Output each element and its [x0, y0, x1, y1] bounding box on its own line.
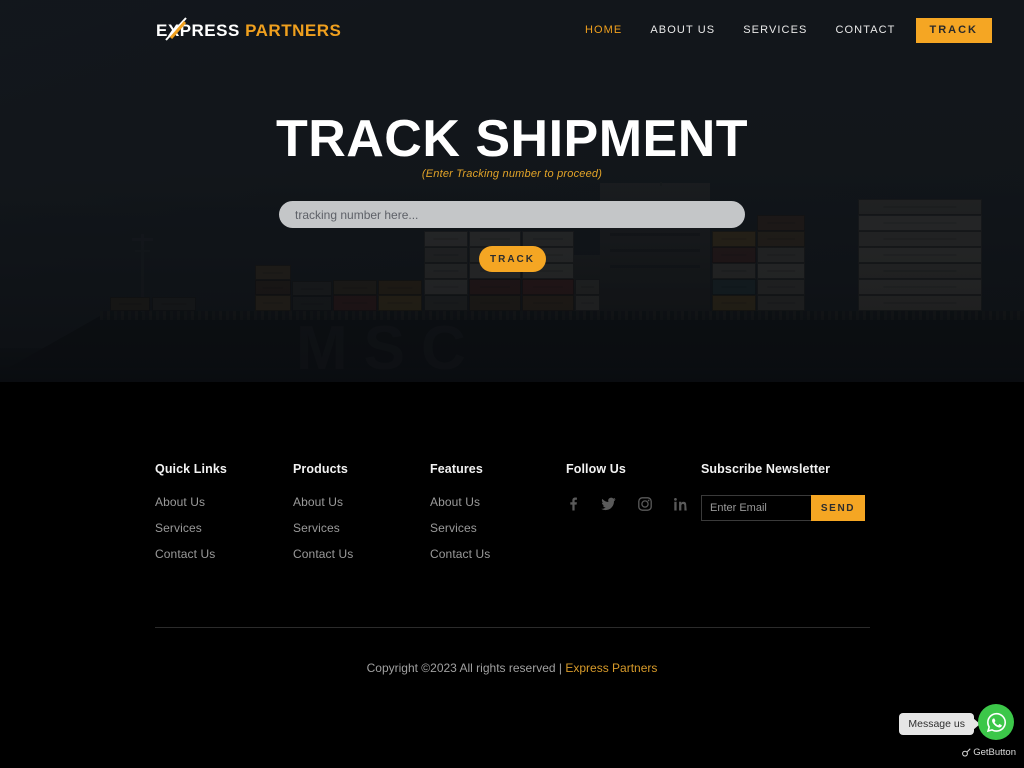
footer-divider [155, 627, 870, 628]
linkedin-icon[interactable] [674, 497, 687, 511]
getbutton-icon [962, 748, 971, 757]
footer-column-newsletter: Subscribe Newsletter SEND [701, 462, 870, 573]
footer-link-about-us[interactable]: About Us [430, 495, 566, 509]
footer-columns: Quick Links About Us Services Contact Us… [155, 462, 870, 573]
footer-column-title: Products [293, 462, 348, 476]
footer-column-title: Features [430, 462, 483, 476]
instagram-icon[interactable] [638, 497, 652, 511]
footer-column-products: Products About Us Services Contact Us [293, 462, 430, 573]
footer-link-about-us[interactable]: About Us [293, 495, 430, 509]
track-submit-button[interactable]: TRACK [479, 246, 546, 272]
chat-widget-tooltip: Message us [899, 713, 974, 735]
main-navigation: HOME ABOUT US SERVICES CONTACT TRACK [571, 18, 992, 43]
facebook-icon[interactable] [566, 497, 579, 511]
site-logo[interactable]: EX PRESS PARTNERS [156, 17, 342, 41]
nav-item-contact[interactable]: CONTACT [821, 18, 909, 43]
nav-item-about-us[interactable]: ABOUT US [636, 18, 729, 43]
footer-link-services[interactable]: Services [155, 521, 293, 535]
site-footer: Quick Links About Us Services Contact Us… [0, 382, 1024, 768]
copyright-label: Copyright ©2023 All rights reserved | [366, 661, 566, 675]
newsletter-email-input[interactable] [701, 495, 811, 521]
copyright-text: Copyright ©2023 All rights reserved | Ex… [0, 661, 1024, 675]
nav-item-home[interactable]: HOME [571, 18, 636, 43]
site-header: EX PRESS PARTNERS HOME ABOUT US SERVICES … [0, 0, 1024, 60]
social-links [566, 495, 701, 511]
footer-link-about-us[interactable]: About Us [155, 495, 293, 509]
hero-section: MSC EX PRESS PARTNERS HOME ABOUT US SERVI… [0, 0, 1024, 382]
hero-subtitle: (Enter Tracking number to proceed) [421, 168, 603, 180]
footer-link-contact-us[interactable]: Contact Us [155, 547, 293, 561]
footer-link-contact-us[interactable]: Contact Us [293, 547, 430, 561]
footer-column-features: Features About Us Services Contact Us [430, 462, 566, 573]
newsletter-send-button[interactable]: SEND [811, 495, 865, 521]
whatsapp-icon[interactable] [978, 704, 1014, 740]
footer-link-contact-us[interactable]: Contact Us [430, 547, 566, 561]
footer-column-title: Subscribe Newsletter [701, 462, 831, 476]
nav-item-services[interactable]: SERVICES [729, 18, 821, 43]
footer-column-title: Follow Us [566, 462, 626, 476]
page-title: TRACK SHIPMENT [275, 110, 749, 168]
twitter-icon[interactable] [601, 497, 616, 511]
footer-link-services[interactable]: Services [430, 521, 566, 535]
logo-x-letter: X [167, 21, 180, 40]
logo-text-primary-part1: E [156, 21, 168, 40]
nav-track-button[interactable]: TRACK [915, 18, 992, 43]
copyright-brand-link[interactable]: Express Partners [565, 661, 657, 675]
footer-column-title: Quick Links [155, 462, 227, 476]
logo-text-primary-part2: PRESS [179, 21, 240, 40]
logo-x-mark: X [165, 17, 187, 41]
footer-column-quick-links: Quick Links About Us Services Contact Us [155, 462, 293, 573]
footer-column-follow-us: Follow Us [566, 462, 701, 573]
logo-text-secondary: PARTNERS [245, 21, 342, 40]
provider-name: GetButton [973, 747, 1016, 758]
newsletter-form: SEND [701, 495, 870, 521]
chat-widget-provider-label: GetButton [962, 747, 1016, 758]
tracking-number-input[interactable] [279, 201, 745, 228]
footer-link-services[interactable]: Services [293, 521, 430, 535]
